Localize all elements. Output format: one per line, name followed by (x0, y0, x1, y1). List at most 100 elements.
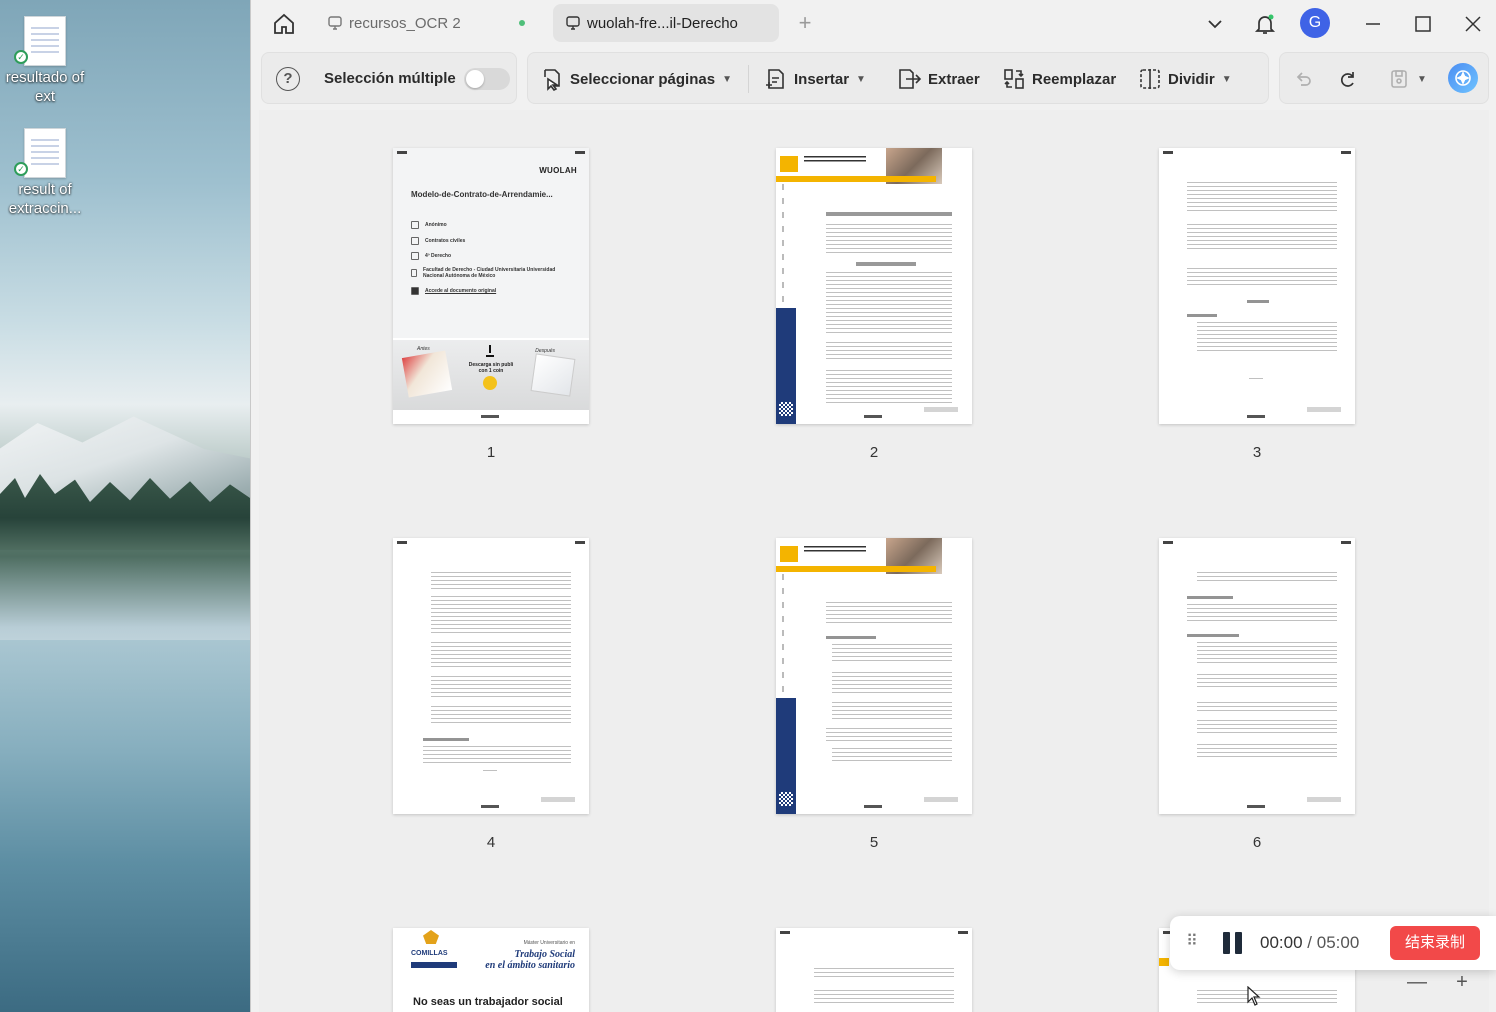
page-thumbnail[interactable] (776, 148, 972, 424)
text-block (1247, 300, 1269, 303)
page-thumbnail[interactable]: COMILLAS Máster Universitario en Trabajo… (393, 928, 589, 1012)
text-block (856, 262, 916, 266)
text-block (431, 572, 571, 590)
watermark (1307, 797, 1341, 802)
notifications-button[interactable] (1249, 8, 1281, 40)
download-icon (486, 345, 494, 357)
text-block (483, 770, 497, 773)
desktop-file-result[interactable]: ✓ result of extraccin... (0, 128, 90, 218)
tab-list-button[interactable] (1199, 8, 1231, 40)
undo-button[interactable] (1290, 67, 1316, 91)
select-pages-button[interactable]: Seleccionar páginas ▼ (540, 65, 732, 93)
page-thumbnail[interactable] (776, 928, 972, 1012)
text-block (826, 636, 876, 639)
page-thumbnail[interactable] (776, 538, 972, 814)
toggle-knob (466, 70, 484, 88)
text-block (814, 990, 954, 1006)
toolbar: ? Selección múltiple Seleccionar páginas… (259, 52, 1489, 104)
page-header (397, 541, 585, 547)
close-button[interactable] (1457, 8, 1489, 40)
multi-select-label: Selección múltiple (324, 70, 456, 87)
ad-headline (804, 156, 866, 164)
tab-label: recursos_OCR 2 (349, 14, 461, 32)
tab-wuolah[interactable]: wuolah-fre...il-Derecho (553, 4, 779, 42)
ai-assistant-button[interactable] (1448, 63, 1478, 93)
history-group: ▼ (1279, 52, 1489, 104)
insert-label: Insertar (794, 70, 850, 88)
text-block (423, 738, 469, 741)
cover-row: Facultad de Derecho - Ciudad Universitar… (411, 266, 561, 280)
promo-banner: Antes Después Descarga sin publi con 1 c… (393, 340, 589, 410)
drag-handle-icon[interactable]: ⠿ (1186, 932, 1198, 952)
save-button[interactable] (1386, 67, 1412, 91)
ad-side-banner (776, 308, 796, 424)
undo-icon (1296, 72, 1311, 86)
comillas-emblem-icon (423, 930, 439, 944)
ad-headline: No seas un trabajador social (413, 996, 563, 1008)
master-title: Máster Universitario en Trabajo Social e… (485, 940, 575, 971)
new-tab-button[interactable]: + (791, 10, 819, 38)
monitor-icon (565, 15, 581, 31)
replace-button[interactable]: Reemplazar (1002, 65, 1116, 93)
redo-button[interactable] (1334, 67, 1360, 91)
page-thumbnail[interactable] (1159, 148, 1355, 424)
page-footer-number (864, 415, 882, 418)
maximize-icon (1415, 16, 1431, 32)
text-block (1197, 572, 1337, 582)
page-number-label: 5 (869, 834, 879, 851)
save-options-button[interactable]: ▼ (1414, 67, 1430, 91)
text-block (431, 642, 571, 670)
text-block (832, 702, 952, 722)
page-thumbnail[interactable] (393, 538, 589, 814)
desktop-background: ✓ resultado of ext ✓ result of extraccin… (0, 0, 250, 1012)
cover-row: Anónimo (411, 220, 447, 230)
screen-recorder-widget: ⠿ 00:00 / 05:00 结束录制 (1170, 916, 1496, 970)
stop-recording-button[interactable]: 结束录制 (1390, 926, 1480, 960)
selection-group: ? Selección múltiple (261, 52, 517, 104)
pause-recording-button[interactable] (1222, 932, 1244, 954)
close-icon (1465, 16, 1481, 32)
text-block (826, 224, 952, 256)
tab-recursos-ocr[interactable]: recursos_OCR 2 (315, 4, 535, 42)
insert-button[interactable]: Insertar ▼ (764, 65, 866, 93)
text-block (423, 746, 571, 766)
time-limit: 05:00 (1316, 933, 1360, 952)
ad-side-banner (776, 698, 796, 814)
watermark (924, 407, 958, 412)
zoom-out-button[interactable]: — (1404, 972, 1430, 994)
home-button[interactable] (267, 8, 301, 40)
page-number-label: 4 (486, 834, 496, 851)
page-thumbnail[interactable] (1159, 538, 1355, 814)
text-block (1187, 596, 1233, 599)
logo-strip (411, 962, 457, 968)
page-thumbnail[interactable]: WUOLAH Modelo-de-Contrato-de-Arrendamie.… (393, 148, 589, 424)
page-number-label: 2 (869, 444, 879, 461)
book-icon (411, 237, 419, 245)
help-icon[interactable]: ? (276, 67, 300, 91)
text-block (431, 596, 571, 634)
ad-stripe (776, 566, 936, 572)
text-block (826, 342, 952, 362)
text-block (1249, 378, 1263, 381)
select-pages-label: Seleccionar páginas (570, 70, 716, 88)
comillas-logo: COMILLAS (411, 950, 448, 957)
banner-before-label: Antes (417, 346, 430, 352)
document-thumbnail-icon (24, 16, 66, 66)
zoom-in-button[interactable]: + (1449, 972, 1475, 994)
desktop-file-resultado[interactable]: ✓ resultado of ext (0, 16, 90, 106)
minimize-button[interactable] (1357, 8, 1389, 40)
desktop-file-label: resultado of ext (5, 69, 85, 105)
chevron-down-icon: ▼ (1221, 73, 1232, 85)
split-button[interactable]: Dividir ▼ (1138, 65, 1232, 93)
ad-sidebar-text (782, 574, 784, 694)
maximize-button[interactable] (1407, 8, 1439, 40)
multi-select-toggle[interactable] (464, 68, 510, 90)
user-avatar[interactable]: G (1300, 8, 1330, 38)
extract-button[interactable]: Extraer (896, 65, 980, 93)
page-tools-group: Seleccionar páginas ▼ Insertar ▼ Extraer… (527, 52, 1269, 104)
lake-scenery (0, 640, 250, 1012)
monitor-icon (327, 15, 343, 31)
document-illustration (401, 350, 453, 398)
ad-headline (804, 546, 866, 554)
page-header (1163, 541, 1351, 547)
